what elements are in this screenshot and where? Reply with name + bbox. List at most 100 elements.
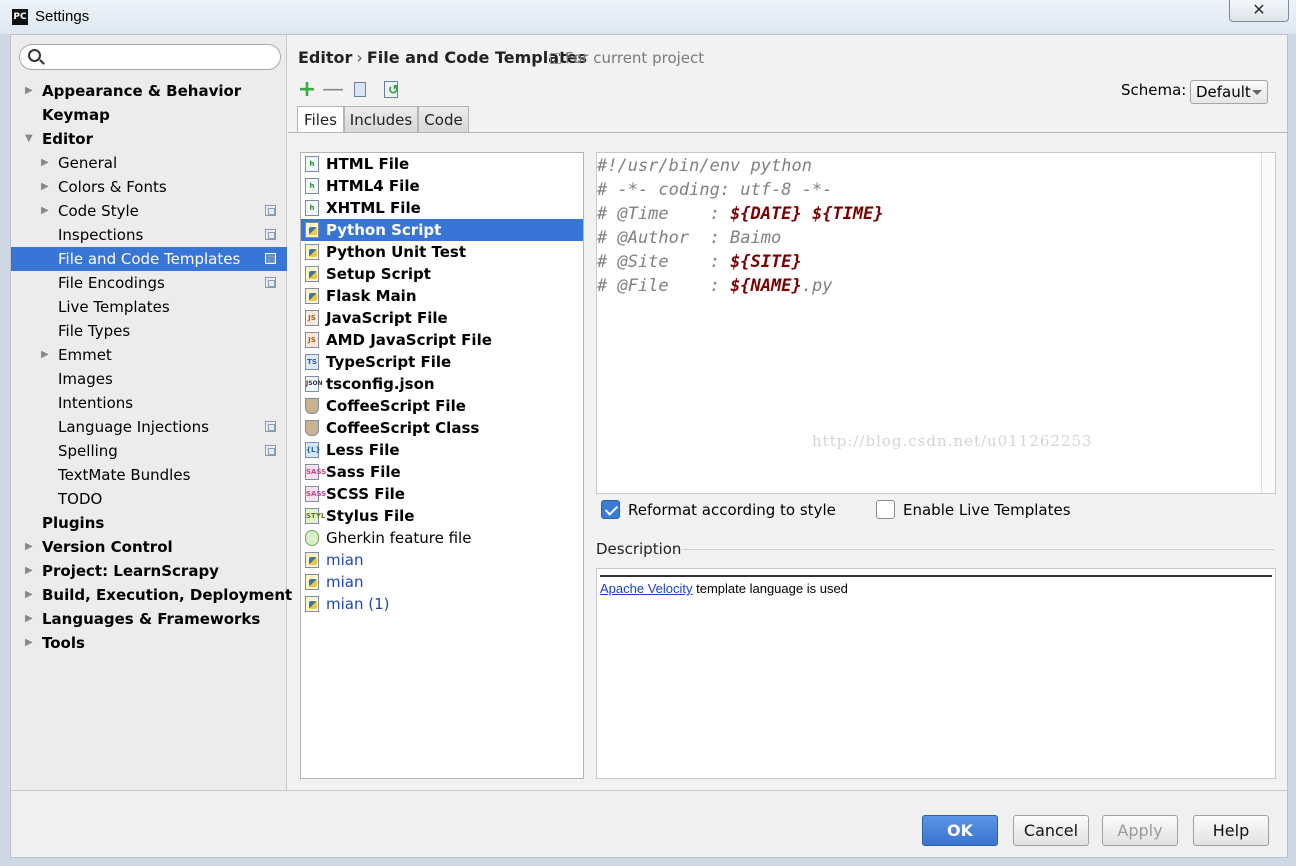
collapsed-arrow-icon[interactable]: ▶ — [41, 151, 53, 175]
sidebar-item-images[interactable]: Images — [11, 367, 287, 391]
apply-button[interactable]: Apply — [1102, 815, 1178, 846]
code-line: # @Time : ${DATE} ${TIME} — [597, 202, 884, 226]
template-item[interactable]: h XHTML File — [301, 197, 583, 219]
template-item[interactable]: JS AMD JavaScript File — [301, 329, 583, 351]
collapsed-arrow-icon[interactable]: ▶ — [25, 79, 37, 103]
apache-velocity-link[interactable]: Apache Velocity — [600, 581, 693, 596]
sidebar-item-spelling[interactable]: Spelling — [11, 439, 287, 463]
collapsed-arrow-icon[interactable]: ▶ — [25, 583, 37, 607]
tab-divider — [288, 132, 1288, 133]
html-file-icon: h — [305, 156, 319, 172]
reset-template-button[interactable] — [380, 79, 402, 101]
tab-files[interactable]: Files — [297, 106, 344, 133]
template-item[interactable]: h HTML File — [301, 153, 583, 175]
live-templates-checkbox-box[interactable] — [876, 500, 895, 519]
template-editor[interactable]: http://blog.csdn.net/u011262253 #!/usr/b… — [596, 152, 1276, 494]
reset-icon — [384, 81, 399, 98]
sidebar-item-textmate-bundles[interactable]: TextMate Bundles — [11, 463, 287, 487]
sidebar-item-code-style[interactable]: ▶ Code Style — [11, 199, 287, 223]
tab-includes[interactable]: Includes — [344, 106, 418, 133]
sidebar-item-label: Editor — [42, 130, 93, 148]
template-item-label: AMD JavaScript File — [326, 331, 492, 349]
expanded-arrow-icon[interactable]: ▼ — [25, 127, 37, 151]
template-item[interactable]: Flask Main — [301, 285, 583, 307]
tab-code[interactable]: Code — [418, 106, 469, 133]
template-item[interactable]: mian — [301, 549, 583, 571]
sidebar-item-label: Intentions — [58, 394, 134, 412]
ok-button[interactable]: OK — [922, 815, 998, 846]
close-window-button[interactable]: ✕ — [1229, 0, 1289, 22]
sidebar-item-label: Inspections — [58, 226, 144, 244]
template-item[interactable]: JSON tsconfig.json — [301, 373, 583, 395]
reformat-checkbox-box[interactable] — [601, 500, 620, 519]
cancel-button[interactable]: Cancel — [1013, 815, 1089, 846]
less-file-icon: {L} — [305, 442, 320, 458]
collapsed-arrow-icon[interactable]: ▶ — [41, 175, 53, 199]
sidebar-item-general[interactable]: ▶ General — [11, 151, 287, 175]
add-template-button[interactable]: + — [296, 79, 318, 101]
json-file-icon: JSON — [305, 376, 323, 392]
help-button[interactable]: Help — [1193, 815, 1269, 846]
template-item[interactable]: CoffeeScript File — [301, 395, 583, 417]
collapsed-arrow-icon[interactable]: ▶ — [41, 199, 53, 223]
collapsed-arrow-icon[interactable]: ▶ — [25, 631, 37, 655]
sidebar-item-intentions[interactable]: Intentions — [11, 391, 287, 415]
template-item[interactable]: STYL Stylus File — [301, 505, 583, 527]
minus-icon: — — [322, 77, 344, 102]
template-item[interactable]: Gherkin feature file — [301, 527, 583, 549]
collapsed-arrow-icon[interactable]: ▶ — [25, 559, 37, 583]
copy-template-button[interactable] — [350, 79, 372, 101]
code-line: # @File : ${NAME}.py — [597, 274, 832, 298]
sidebar-item-languages-frameworks[interactable]: ▶ Languages & Frameworks — [11, 607, 287, 631]
sidebar-item-build-execution-deployment[interactable]: ▶ Build, Execution, Deployment — [11, 583, 292, 607]
template-item[interactable]: mian — [301, 571, 583, 593]
sidebar-item-appearance-behavior[interactable]: ▶ Appearance & Behavior — [11, 79, 287, 103]
template-item[interactable]: CoffeeScript Class — [301, 417, 583, 439]
template-variable: ${DATE} — [730, 204, 802, 224]
template-item-label: Flask Main — [326, 287, 417, 305]
description-text: Apache Velocity template language is use… — [600, 581, 848, 596]
description-body: template language is used — [692, 581, 848, 596]
template-item-label: tsconfig.json — [326, 375, 435, 393]
sidebar-item-editor[interactable]: ▼ Editor — [11, 127, 287, 151]
sidebar-item-label: General — [58, 154, 118, 172]
dialog-body: ▶ Appearance & Behavior Keymap ▼ Editor ▶ Gene… — [10, 34, 1288, 858]
template-item[interactable]: Python Script — [301, 219, 583, 241]
breadcrumb-separator: › — [356, 48, 363, 67]
sidebar-item-file-and-code-templates[interactable]: File and Code Templates — [11, 247, 287, 271]
schema-value: Default — [1196, 83, 1251, 101]
javascript-file-icon: JS — [305, 310, 319, 326]
sidebar-item-tools[interactable]: ▶ Tools — [11, 631, 287, 655]
sidebar-item-file-encodings[interactable]: File Encodings — [11, 271, 287, 295]
template-item[interactable]: {L} Less File — [301, 439, 583, 461]
sidebar-item-inspections[interactable]: Inspections — [11, 223, 287, 247]
sidebar-item-file-types[interactable]: File Types — [11, 319, 287, 343]
template-item[interactable]: h HTML4 File — [301, 175, 583, 197]
sidebar-item-keymap[interactable]: Keymap — [11, 103, 287, 127]
sidebar-item-colors-fonts[interactable]: ▶ Colors & Fonts — [11, 175, 287, 199]
template-item[interactable]: TS TypeScript File — [301, 351, 583, 373]
template-item[interactable]: SASS Sass File — [301, 461, 583, 483]
template-item[interactable]: Python Unit Test — [301, 241, 583, 263]
settings-search-input[interactable] — [19, 44, 281, 70]
collapsed-arrow-icon[interactable]: ▶ — [41, 343, 53, 367]
template-item[interactable]: Setup Script — [301, 263, 583, 285]
sidebar-item-project-learnscrapy[interactable]: ▶ Project: LearnScrapy — [11, 559, 287, 583]
collapsed-arrow-icon[interactable]: ▶ — [25, 535, 37, 559]
template-variable: ${NAME} — [730, 276, 802, 296]
sidebar-item-todo[interactable]: TODO — [11, 487, 287, 511]
sidebar-item-plugins[interactable]: Plugins — [11, 511, 287, 535]
chevron-down-icon — [1252, 90, 1262, 95]
template-item[interactable]: JS JavaScript File — [301, 307, 583, 329]
sidebar-item-label: Code Style — [58, 202, 139, 220]
collapsed-arrow-icon[interactable]: ▶ — [25, 607, 37, 631]
schema-select[interactable]: Default — [1190, 80, 1268, 104]
sidebar-item-version-control[interactable]: ▶ Version Control — [11, 535, 287, 559]
remove-template-button[interactable]: — — [322, 79, 344, 101]
template-item[interactable]: mian (1) — [301, 593, 583, 615]
sidebar-item-emmet[interactable]: ▶ Emmet — [11, 343, 287, 367]
code-text: #!/usr/bin/env python — [597, 156, 812, 176]
sidebar-item-language-injections[interactable]: Language Injections — [11, 415, 287, 439]
sidebar-item-live-templates[interactable]: Live Templates — [11, 295, 287, 319]
template-item[interactable]: SASS SCSS File — [301, 483, 583, 505]
